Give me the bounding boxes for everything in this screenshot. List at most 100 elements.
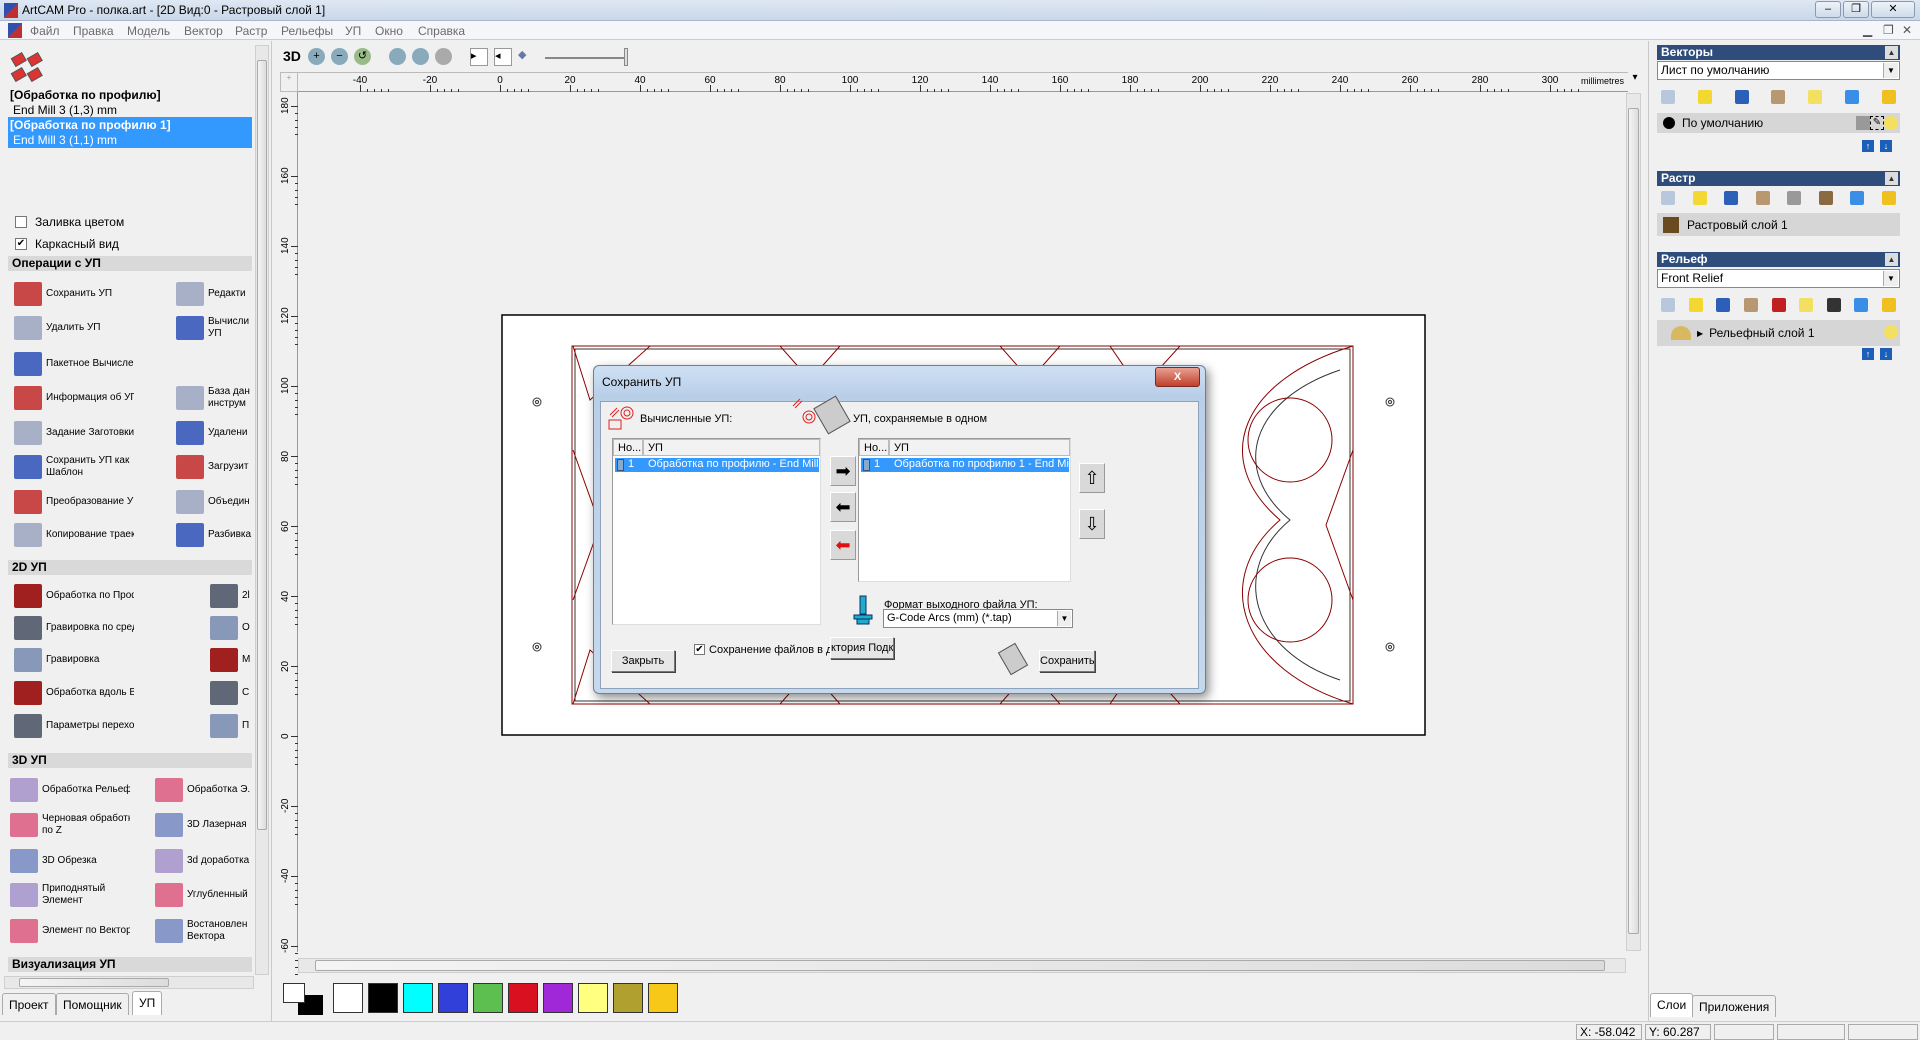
toolpath-op-button[interactable]: Обработка Э. — [155, 778, 258, 802]
zoom-1-1-icon[interactable] — [389, 48, 406, 65]
vector-layer-default[interactable]: По умолчанию ✎ — [1657, 113, 1900, 133]
menu-vector[interactable]: Вектор — [184, 24, 223, 38]
move-up-button[interactable]: ⇧ — [1079, 463, 1105, 493]
merge-layers-icon[interactable] — [1743, 298, 1758, 312]
section-toolpath-visualization[interactable]: Визуализация УП — [8, 957, 252, 972]
app-menu-icon[interactable] — [8, 23, 22, 38]
new-layer-icon[interactable] — [1661, 191, 1675, 205]
tab-assistant[interactable]: Помощник — [56, 993, 129, 1015]
lightbulb-icon[interactable] — [1808, 90, 1823, 104]
save-to-directory-checkbox[interactable]: ✔ — [694, 644, 705, 655]
relief-select[interactable]: Front Relief ▼ — [1657, 269, 1900, 288]
toolpath-op-button[interactable]: 3D Обрезка — [10, 849, 130, 873]
delete-bin-icon[interactable] — [1850, 191, 1865, 205]
menu-edit[interactable]: Правка — [73, 24, 114, 38]
mdi-close-button[interactable]: ✕ — [1902, 23, 1912, 37]
canvas-hscroll-thumb[interactable] — [315, 960, 1605, 971]
wireframe-checkbox[interactable]: ✔ — [15, 238, 27, 250]
chevron-down-icon[interactable]: ▼ — [1883, 63, 1898, 78]
zoom-previous-icon[interactable]: ↺ — [354, 48, 371, 65]
relief-header[interactable]: Рельеф ▲ — [1657, 252, 1900, 267]
save-icon[interactable] — [1734, 90, 1749, 104]
toolpath-op-button[interactable]: Разбивка — [176, 523, 258, 547]
move-up-icon[interactable]: ↑ — [1862, 348, 1874, 360]
vectors-header[interactable]: Векторы ▲ — [1657, 45, 1900, 60]
tree-item-tool-selected[interactable]: End Mill 3 (1,1) mm — [13, 133, 117, 147]
restore-button[interactable]: ❐ — [1843, 1, 1869, 18]
vector-sheet-select[interactable]: Лист по умолчанию ▼ — [1657, 61, 1900, 80]
toolpath-op-button[interactable]: 2l — [210, 584, 258, 608]
tree-item-toolpath-selected[interactable]: [Обработка по профилю 1] — [10, 118, 171, 132]
color-swatch[interactable] — [333, 983, 363, 1013]
new-layer-icon[interactable] — [1661, 298, 1675, 312]
column-header-number[interactable]: Но... — [859, 439, 889, 456]
column-header-toolpath[interactable]: УП — [643, 439, 820, 456]
tree-item-toolpath[interactable]: [Обработка по профилю] — [10, 88, 161, 102]
toolpath-op-button[interactable]: Вычисли УП — [176, 316, 258, 340]
hscroll-thumb[interactable] — [19, 978, 169, 987]
menu-window[interactable]: Окно — [375, 24, 403, 38]
toolpath-op-button[interactable]: Углубленный — [155, 883, 258, 907]
view-slider-track[interactable] — [545, 57, 625, 59]
color-swatch[interactable] — [508, 983, 538, 1013]
visibility-bulb-icon[interactable] — [1884, 116, 1898, 130]
toolpath-op-button[interactable]: П — [210, 714, 258, 738]
color-swatch[interactable] — [403, 983, 433, 1013]
scroll-thumb[interactable] — [257, 60, 267, 830]
tree-item-tool[interactable]: End Mill 3 (1,3) mm — [13, 103, 117, 117]
all-lights-icon[interactable] — [1881, 191, 1896, 205]
toolpath-op-button[interactable]: Сохранить УП — [14, 282, 134, 306]
mdi-restore-button[interactable]: ❐ — [1883, 23, 1894, 37]
output-format-select[interactable]: G-Code Arcs (mm) (*.tap) ▼ — [883, 609, 1073, 628]
zoom-out-icon[interactable]: − — [331, 48, 348, 65]
toolpath-op-button[interactable]: Информация об УП — [14, 386, 134, 410]
toolpath-op-button[interactable]: Приподнятый Элемент — [10, 883, 130, 907]
menu-toolpaths[interactable]: УП — [345, 24, 361, 38]
mdi-minimize-button[interactable]: ▁ — [1863, 23, 1872, 37]
view-slider-handle[interactable] — [624, 48, 628, 66]
toolpath-op-button[interactable]: Обработка Рельефа — [10, 778, 130, 802]
add-to-save-button[interactable]: ➡ — [830, 456, 856, 486]
sheet-prev-icon[interactable]: ◂ — [494, 48, 512, 66]
zoom-selection-icon[interactable] — [435, 48, 452, 65]
column-header-toolpath[interactable]: УП — [889, 439, 1070, 456]
chevron-down-icon[interactable]: ▼ — [1057, 611, 1071, 626]
canvas-vscroll-thumb[interactable] — [1628, 108, 1639, 934]
close-dialog-button[interactable]: Закрыть — [611, 650, 675, 672]
menu-help[interactable]: Справка — [418, 24, 465, 38]
toolpath-op-button[interactable]: Параметры переходов — [14, 714, 134, 738]
toolpath-op-button[interactable]: 3D Лазерная — [155, 813, 258, 837]
delete-bin-icon[interactable] — [1845, 90, 1860, 104]
toolpath-op-button[interactable]: Копирование траекторий — [14, 523, 134, 547]
save-icon[interactable] — [1724, 191, 1739, 205]
move-up-icon[interactable]: ↑ — [1862, 140, 1874, 152]
fill-color-checkbox[interactable] — [15, 216, 27, 228]
ruler-corner[interactable]: + — [280, 72, 298, 92]
toolpath-op-button[interactable]: Задание Заготовки — [14, 421, 134, 445]
zoom-fit-icon[interactable] — [412, 48, 429, 65]
menu-model[interactable]: Модель — [127, 24, 170, 38]
all-lights-icon[interactable] — [1881, 90, 1896, 104]
relief-layer-item[interactable]: ▶ Рельефный слой 1 — [1657, 320, 1900, 346]
chevron-down-icon[interactable]: ▼ — [1883, 271, 1898, 286]
lightbulb-icon[interactable] — [1799, 298, 1814, 312]
open-folder-icon[interactable] — [1692, 191, 1707, 205]
menu-raster[interactable]: Растр — [235, 24, 267, 38]
sheet-next-icon[interactable]: ▸ — [470, 48, 488, 66]
toolpath-op-button[interactable]: Сохранить УП как Шаблон — [14, 455, 134, 479]
save-icon[interactable] — [1716, 298, 1731, 312]
menu-reliefs[interactable]: Рельефы — [281, 24, 333, 38]
zoom-in-icon[interactable]: + — [308, 48, 325, 65]
color-swatch[interactable] — [648, 983, 678, 1013]
list-row[interactable]: 1 Обработка по профилю - End Mill 3 (1,.… — [615, 458, 819, 472]
merge-layers-icon[interactable] — [1771, 90, 1786, 104]
canvas-vscrollbar[interactable] — [1626, 93, 1641, 951]
all-lights-icon[interactable] — [1882, 298, 1896, 312]
raster-layer-item[interactable]: Растровый слой 1 — [1657, 213, 1900, 236]
close-button[interactable]: ✕ — [1871, 1, 1915, 18]
remove-all-button[interactable]: ⬅ — [830, 530, 856, 560]
view-lookup-icon[interactable]: ◆ — [518, 48, 535, 65]
toolpath-op-button[interactable]: О — [210, 616, 258, 640]
list-row[interactable]: 1 Обработка по профилю 1 - End Mill 3 (1… — [861, 458, 1069, 472]
toolpath-op-button[interactable]: Обработка по Профилю — [14, 584, 134, 608]
